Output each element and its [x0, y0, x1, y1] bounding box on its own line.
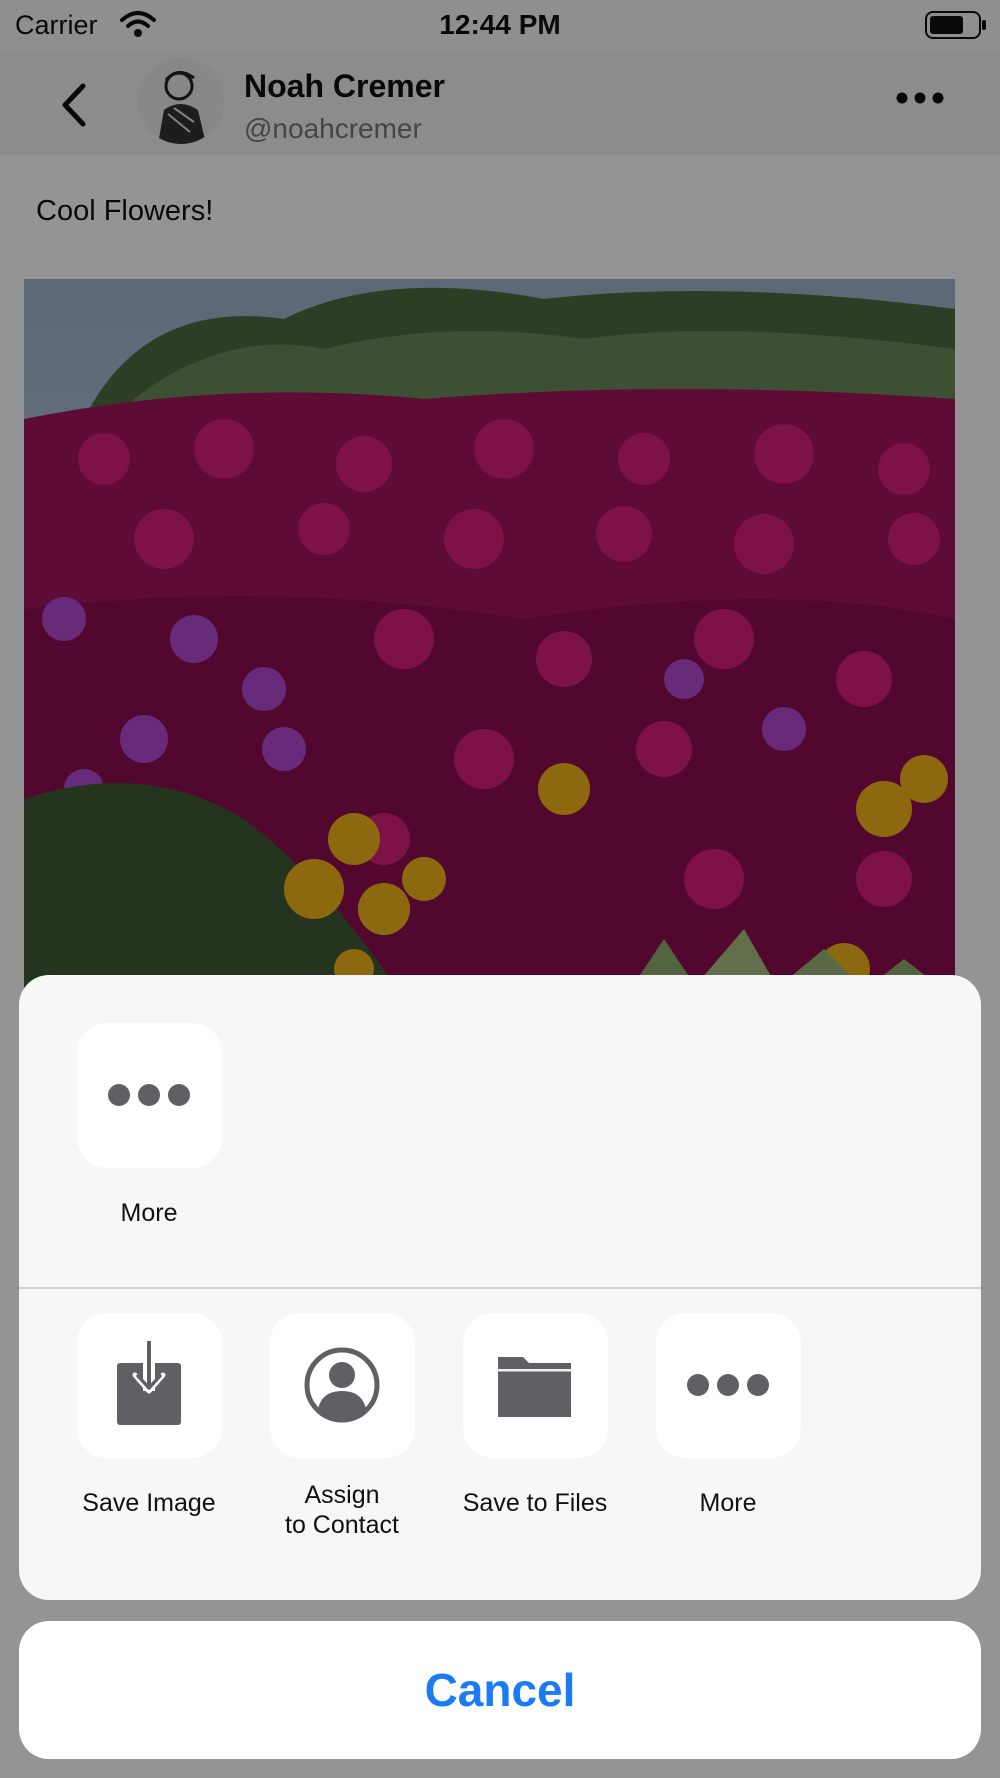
save-image-label: Save Image [82, 1489, 216, 1517]
more-actions-action[interactable]: More [648, 1313, 808, 1518]
save-image-action[interactable]: Save Image [69, 1313, 229, 1518]
save-to-files-action[interactable]: Save to Files [455, 1313, 615, 1518]
assign-contact-label: Assign to Contact [285, 1481, 399, 1539]
more-dots-icon [686, 1374, 769, 1396]
more-actions-label: More [699, 1489, 757, 1517]
more-apps-tile[interactable] [76, 1023, 222, 1168]
save-to-files-tile[interactable] [462, 1313, 608, 1458]
assign-contact-action[interactable]: Assign to Contact [262, 1313, 422, 1540]
more-apps-label: More [120, 1199, 178, 1227]
save-image-icon [116, 1341, 181, 1425]
more-actions-tile[interactable] [655, 1313, 801, 1458]
share-bottom-row: Save Image Assign to Contact Save to Fil… [19, 1289, 981, 1600]
folder-icon [497, 1357, 571, 1417]
cancel-button[interactable]: Cancel [19, 1621, 981, 1759]
more-dots-icon [107, 1084, 190, 1106]
share-top-row: More [19, 975, 981, 1287]
share-sheet: More Save Image Assign to Contact Save t… [19, 975, 981, 1600]
save-image-tile[interactable] [76, 1313, 222, 1458]
assign-contact-tile[interactable] [269, 1313, 415, 1458]
save-to-files-label: Save to Files [462, 1489, 608, 1517]
more-apps-action[interactable]: More [69, 1023, 229, 1228]
contact-icon [304, 1347, 379, 1423]
